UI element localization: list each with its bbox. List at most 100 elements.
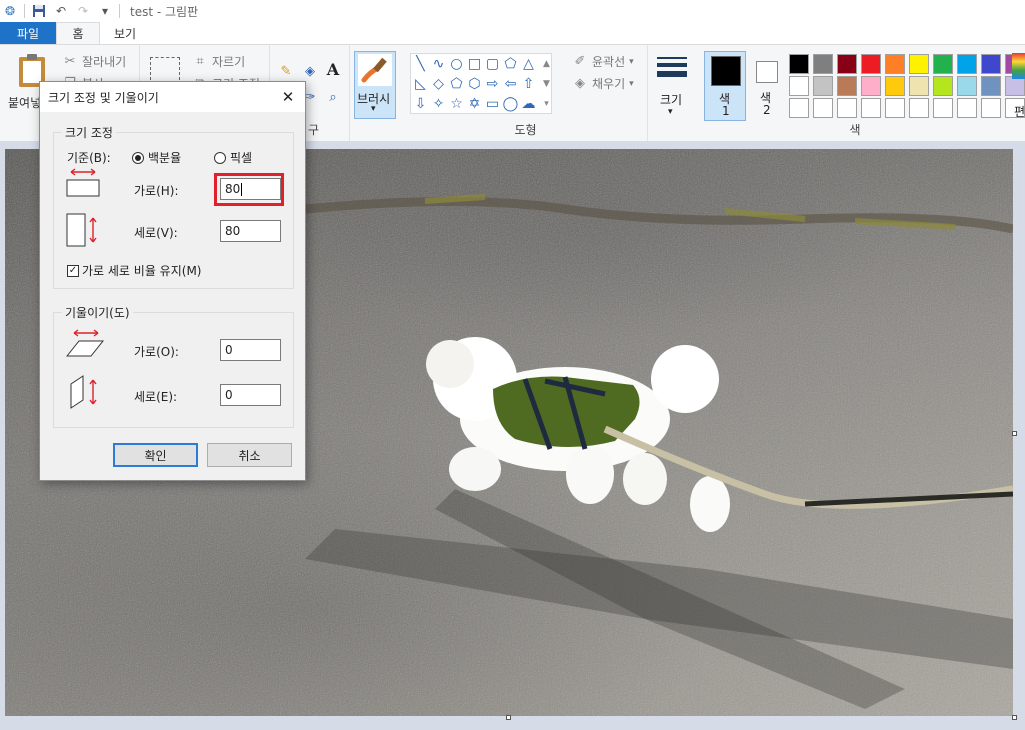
highlight-box [214,173,284,206]
scissors-icon: ✂ [64,54,76,69]
crop-button[interactable]: ⌗ 자르기 [192,53,245,70]
line-shape-icon[interactable]: ╲ [412,55,429,72]
percent-option-label: 백분율 [148,151,182,165]
pentagon-shape-icon[interactable]: ⬠ [448,75,465,92]
chevron-down-icon: ▾ [371,104,376,114]
pixel-option-label: 픽셀 [230,151,253,165]
up-arrow-shape-icon[interactable]: ⇧ [520,75,537,92]
radio-unchecked-icon [214,151,226,164]
checkmark-icon: ✓ [67,264,79,277]
diamond-shape-icon[interactable]: ◇ [430,75,447,92]
text-icon[interactable]: A [325,60,341,79]
basis-label: 기준(B): [67,151,111,165]
window-title: test - 그림판 [130,4,199,19]
rectangle-shape-icon[interactable]: □ [466,55,483,72]
fill-button[interactable]: ◈ 채우기 ▾ [572,75,634,92]
right-arrow-shape-icon[interactable]: ⇨ [484,75,501,92]
four-point-star-shape-icon[interactable]: ✧ [430,95,447,112]
fill-label: 채우기 [592,77,626,91]
outline-icon: ✐ [574,54,586,69]
gallery-more-icon[interactable]: ▾ [538,95,555,112]
fill-bucket-icon[interactable]: ◈ [302,63,318,79]
keep-ratio-checkbox[interactable]: ✓ 가로 세로 비율 유지(M) [67,262,201,279]
skew-vertical-label: 세로(E): [134,390,178,404]
skew-horizontal-input[interactable]: 0 [220,339,281,361]
scroll-up-icon[interactable]: ▲ [538,55,555,72]
customize-toolbar-icon[interactable]: ▾ [97,3,113,19]
left-arrow-shape-icon[interactable]: ⇦ [502,75,519,92]
edit-colors-button[interactable]: 편 [1012,53,1025,133]
rounded-rectangle-shape-icon[interactable]: ▢ [484,55,501,72]
skew-horizontal-label: 가로(O): [134,345,179,359]
skew-group-label: 기울이기(도) [62,304,133,321]
cancel-button[interactable]: 취소 [207,443,292,467]
scroll-down-icon[interactable]: ▼ [538,75,555,92]
ok-button[interactable]: 확인 [113,443,198,467]
oval-shape-icon[interactable]: ○ [448,55,465,72]
colors-group-label: 색 [849,123,861,137]
title-bar: ❂ ↶ ↷ ▾ test - 그림판 [0,0,1025,22]
colors-group: 색 [700,45,1010,141]
tab-home[interactable]: 홈 [56,22,100,44]
hexagon-shape-icon[interactable]: ⬡ [466,75,483,92]
chevron-down-icon: ▾ [629,78,634,89]
divider [24,4,25,18]
vertical-input[interactable]: 80 [220,220,281,242]
tab-view[interactable]: 보기 [100,22,150,44]
brush-icon [358,54,392,86]
size-label: 크기 [660,93,683,107]
line-width-icon [657,57,687,77]
resize-skew-dialog: 크기 조정 및 기울이기 ✕ 크기 조정 기준(B): 백분율 픽셀 가로(H)… [39,81,306,481]
ribbon-tabs: 파일 홈 보기 [0,22,1025,44]
magnifier-icon[interactable]: ⌕ [325,89,341,105]
horizontal-resize-icon [66,168,100,197]
undo-icon[interactable]: ↶ [53,3,69,19]
cut-label: 잘라내기 [82,55,127,69]
outline-label: 윤곽선 [592,55,626,69]
divider [119,4,120,18]
skew-vertical-input[interactable]: 0 [220,384,281,406]
horizontal-label: 가로(H): [134,184,179,198]
horizontal-skew-icon [65,329,105,357]
oval-callout-shape-icon[interactable]: ◯ [502,95,519,112]
paste-label: 붙여넣 [8,96,42,110]
five-point-star-shape-icon[interactable]: ☆ [448,95,465,112]
polygon-shape-icon[interactable]: ⬠ [502,55,519,72]
rainbow-icon [1012,53,1025,79]
shapes-group-label: 도형 [514,123,537,137]
resize-group-label: 크기 조정 [62,124,116,141]
rounded-callout-shape-icon[interactable]: ▭ [484,95,501,112]
dialog-title: 크기 조정 및 기울이기 [48,90,159,105]
outline-button[interactable]: ✐ 윤곽선 ▾ [572,53,634,70]
size-button[interactable]: 크기 ▾ [652,53,694,123]
crop-icon: ⌗ [196,54,204,69]
vertical-resize-icon [66,213,97,247]
fill-icon: ◈ [575,76,585,91]
resize-handle-bottom[interactable] [506,715,511,720]
cut-button[interactable]: ✂ 잘라내기 [62,53,127,70]
keep-ratio-label: 가로 세로 비율 유지(M) [82,264,202,278]
percent-radio[interactable]: 백분율 [132,149,181,166]
close-icon[interactable]: ✕ [279,88,297,106]
crop-label: 자르기 [212,55,246,69]
down-arrow-shape-icon[interactable]: ⇩ [412,95,429,112]
pencil-icon[interactable]: ✎ [278,63,294,79]
brush-button[interactable]: 브러시 ▾ [354,51,396,119]
paint-app-icon[interactable]: ❂ [2,3,18,19]
redo-icon[interactable]: ↷ [75,3,91,19]
tab-file[interactable]: 파일 [0,22,56,44]
triangle-shape-icon[interactable]: △ [520,55,537,72]
resize-handle-right[interactable] [1012,431,1017,436]
radio-checked-icon [132,151,144,164]
right-triangle-shape-icon[interactable]: ◺ [412,75,429,92]
cloud-callout-shape-icon[interactable]: ☁ [520,95,537,112]
six-point-star-shape-icon[interactable]: ✡ [466,95,483,112]
resize-handle-corner[interactable] [1012,715,1017,720]
shapes-gallery: ╲ ∿ ○ □ ▢ ⬠ △ ▲ ◺ ◇ ⬠ ⬡ ⇨ ⇦ ⇧ ▼ ⇩ ✧ ☆ ✡ … [410,53,552,114]
curve-shape-icon[interactable]: ∿ [430,55,447,72]
chevron-down-icon: ▾ [668,107,673,117]
save-icon[interactable] [31,3,47,19]
pixel-radio[interactable]: 픽셀 [214,149,252,166]
dialog-title-bar: 크기 조정 및 기울이기 [40,82,305,112]
vertical-label: 세로(V): [134,226,178,240]
